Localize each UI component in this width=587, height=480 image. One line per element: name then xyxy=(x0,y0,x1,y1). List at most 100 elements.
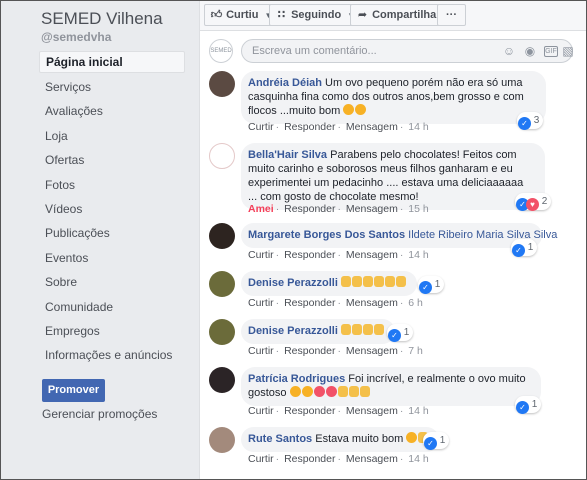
gif-icon[interactable]: GIF xyxy=(544,46,558,57)
commenter-name[interactable]: Margarete Borges Dos Santos xyxy=(248,229,405,241)
commenter-name[interactable]: Denise Perazzolli xyxy=(248,277,338,289)
comment-actions: Curtir · Responder · Mensagem · 14 h xyxy=(248,249,429,261)
comment-time[interactable]: 14 h xyxy=(408,249,428,261)
comment-time[interactable]: 14 h xyxy=(408,405,428,417)
emoji-icon[interactable]: ☺ xyxy=(502,44,516,58)
share-arrow-icon: ➦ xyxy=(357,9,368,21)
comment-time[interactable]: 15 h xyxy=(408,203,428,215)
comment-bubble: Patrícia Rodrigues Foi incrível, e realm… xyxy=(241,367,541,406)
comment-bubble: Andréia Déiah Um ovo pequeno porém não e… xyxy=(241,71,546,124)
comment-actions: Curtir · Responder · Mensagem · 7 h xyxy=(248,345,423,357)
comment-actions: Curtir · Responder · Mensagem · 14 h xyxy=(248,121,429,133)
avatar[interactable] xyxy=(209,71,235,97)
reply-link[interactable]: Responder xyxy=(284,405,335,417)
avatar[interactable] xyxy=(209,367,235,393)
promote-button[interactable]: Promover xyxy=(42,379,105,402)
comment-text: chocolate mesmo! xyxy=(329,191,419,203)
like-link[interactable]: Curtir xyxy=(248,121,274,133)
page-nav: Página inicial Serviços Avaliações Loja … xyxy=(39,51,185,368)
nav-item-services[interactable]: Serviços xyxy=(39,75,185,99)
message-link[interactable]: Mensagem xyxy=(346,453,398,465)
like-link[interactable]: Curtir xyxy=(248,405,274,417)
avatar[interactable] xyxy=(209,223,235,249)
reaction-count[interactable]: ✓ ♥ 2 xyxy=(515,193,552,211)
page-handle[interactable]: @semedvha xyxy=(41,30,111,44)
nav-item-reviews[interactable]: Avaliações xyxy=(39,99,185,123)
following-button[interactable]: ∷ Seguindo ▼ xyxy=(269,4,362,26)
reply-link[interactable]: Responder xyxy=(284,121,335,133)
like-link[interactable]: Curtir xyxy=(248,453,274,465)
avatar[interactable] xyxy=(209,427,235,453)
avatar[interactable] xyxy=(209,319,235,345)
reply-link[interactable]: Responder xyxy=(284,297,335,309)
liked-button[interactable]: 👍︎ Curtiu ▼ xyxy=(204,4,279,26)
comment-placeholder: Escreva um comentário... xyxy=(252,45,377,57)
like-link[interactable]: Curtir xyxy=(248,249,274,261)
nav-item-about[interactable]: Sobre xyxy=(39,270,185,294)
comment-text: gostoso xyxy=(248,387,287,399)
nav-item-shop[interactable]: Loja xyxy=(39,124,185,148)
share-button[interactable]: ➦ Compartilhar xyxy=(350,4,447,26)
nav-item-posts[interactable]: Publicações xyxy=(39,221,185,245)
reply-link[interactable]: Responder xyxy=(284,203,335,215)
comment-time[interactable]: 14 h xyxy=(408,453,428,465)
commenter-name[interactable]: Andréia Déiah xyxy=(248,77,322,89)
comment-time[interactable]: 6 h xyxy=(408,297,423,309)
comment-time[interactable]: 7 h xyxy=(408,345,423,357)
message-link[interactable]: Mensagem xyxy=(346,297,398,309)
message-link[interactable]: Mensagem xyxy=(346,249,398,261)
message-link[interactable]: Mensagem xyxy=(346,203,398,215)
reaction-count[interactable]: ✓ 1 xyxy=(387,324,414,342)
reply-link[interactable]: Responder xyxy=(284,453,335,465)
reaction-count-value: 2 xyxy=(541,196,548,207)
sticker-icon[interactable]: ▧ xyxy=(561,44,575,58)
reaction-count[interactable]: ✓ 1 xyxy=(515,396,542,414)
clap-emoji-icon xyxy=(362,324,373,335)
love-link[interactable]: Amei xyxy=(248,203,274,215)
heart-eyes-emoji-icon xyxy=(313,386,325,397)
reply-link[interactable]: Responder xyxy=(284,249,335,261)
reaction-count[interactable]: ✓ 3 xyxy=(517,112,544,130)
nav-item-events[interactable]: Eventos xyxy=(39,246,185,270)
commenter-name[interactable]: Bella'Hair Silva xyxy=(248,149,327,161)
clap-emoji-icon xyxy=(340,324,351,335)
smile-emoji-icon xyxy=(406,432,418,443)
liked-label: Curtiu xyxy=(226,9,259,21)
comment-actions: Curtir · Responder · Mensagem · 14 h xyxy=(248,453,429,465)
reaction-count[interactable]: ✓ 1 xyxy=(423,432,450,450)
comment-time[interactable]: 14 h xyxy=(408,121,428,133)
commenter-name[interactable]: Patrícia Rodrigues xyxy=(248,373,345,385)
more-button[interactable]: ··· xyxy=(437,4,466,26)
clap-emoji-icon xyxy=(340,276,351,287)
avatar[interactable] xyxy=(209,143,235,169)
comment-input[interactable]: Escreva um comentário... ☺ ◉ GIF ▧ xyxy=(241,39,575,63)
commenter-name[interactable]: Denise Perazzolli xyxy=(248,325,338,337)
comment-bubble: Denise Perazzolli xyxy=(241,319,395,344)
nav-item-jobs[interactable]: Empregos xyxy=(39,319,185,343)
nav-item-offers[interactable]: Ofertas xyxy=(39,148,185,172)
reaction-count-value: 1 xyxy=(531,399,538,410)
message-link[interactable]: Mensagem xyxy=(346,405,398,417)
heart-eyes-emoji-icon xyxy=(325,386,337,397)
message-link[interactable]: Mensagem xyxy=(346,345,398,357)
post-comments-panel: 👍︎ Curtiu ▼ ∷ Seguindo ▼ ➦ Compartilhar … xyxy=(199,1,587,479)
nav-item-home[interactable]: Página inicial xyxy=(39,51,185,73)
manage-promotions-link[interactable]: Gerenciar promoções xyxy=(42,407,157,421)
like-link[interactable]: Curtir xyxy=(248,297,274,309)
nav-item-info-ads[interactable]: Informações e anúncios xyxy=(39,343,185,367)
reaction-count[interactable]: ✓ 1 xyxy=(418,276,445,294)
nav-item-community[interactable]: Comunidade xyxy=(39,295,185,319)
comment-text: ...muito bom xyxy=(279,105,341,117)
nav-item-videos[interactable]: Vídeos xyxy=(39,197,185,221)
nav-item-photos[interactable]: Fotos xyxy=(39,173,185,197)
message-link[interactable]: Mensagem xyxy=(346,121,398,133)
reply-link[interactable]: Responder xyxy=(284,345,335,357)
avatar[interactable] xyxy=(209,271,235,297)
like-link[interactable]: Curtir xyxy=(248,345,274,357)
mention-link[interactable]: Ildete Ribeiro Maria Silva Silva xyxy=(408,229,557,241)
comment-composer: SEMED VILHENA Escreva um comentário... ☺… xyxy=(209,39,575,63)
camera-icon[interactable]: ◉ xyxy=(523,44,537,58)
commenter-name[interactable]: Rute Santos xyxy=(248,433,312,445)
page-title[interactable]: SEMED Vilhena xyxy=(41,9,163,29)
reaction-count[interactable]: ✓ 1 xyxy=(511,239,538,257)
